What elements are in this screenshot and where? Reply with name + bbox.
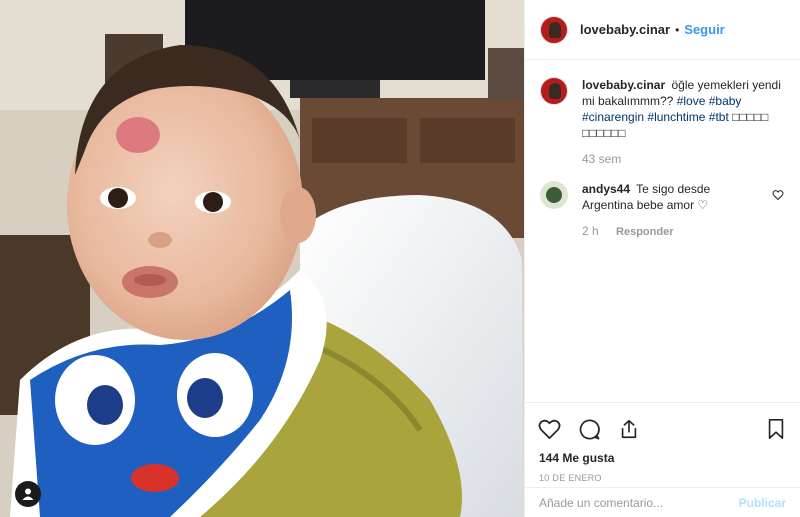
comment-item: andys44 Te sigo desde Argentina bebe amo… xyxy=(540,181,784,240)
comment-time[interactable]: 2 h xyxy=(582,224,599,238)
separator-dot: • xyxy=(675,22,680,37)
heart-icon xyxy=(772,190,784,201)
comment-bubble-icon xyxy=(579,419,600,439)
hashtag-cinarengin[interactable]: #cinarengin xyxy=(582,110,644,124)
tagged-user-button[interactable] xyxy=(15,481,41,507)
add-comment-bar: Publicar xyxy=(525,487,800,517)
hashtag-baby[interactable]: #baby xyxy=(709,94,742,108)
follow-button[interactable]: Seguir xyxy=(684,22,724,37)
post-actions-area: 144 Me gusta 10 DE ENERO xyxy=(525,402,800,483)
comments-list: lovebaby.cinar öğle yemekleri yendi mi b… xyxy=(525,61,800,401)
caption-username[interactable]: lovebaby.cinar xyxy=(582,78,665,92)
commenter-username[interactable]: andys44 xyxy=(582,182,630,196)
like-button[interactable] xyxy=(537,417,561,441)
caption-comment: lovebaby.cinar öğle yemekleri yendi mi b… xyxy=(540,77,784,167)
post-photo[interactable] xyxy=(0,0,524,517)
post-side-panel: lovebaby.cinar • Seguir lovebaby.cinar ö… xyxy=(524,0,800,517)
bookmark-icon xyxy=(768,419,784,439)
action-bar xyxy=(537,411,788,447)
hashtag-tbt[interactable]: #tbt xyxy=(709,110,729,124)
hashtag-love[interactable]: #love xyxy=(677,94,706,108)
share-button[interactable] xyxy=(617,417,641,441)
comment-meta: 2 h Responder xyxy=(582,223,756,240)
caption-time[interactable]: 43 sem xyxy=(582,152,621,166)
post-date[interactable]: 10 DE ENERO xyxy=(539,473,788,483)
comment-input[interactable] xyxy=(539,495,739,510)
baby-photo-illustration xyxy=(0,0,524,517)
author-avatar[interactable] xyxy=(540,15,568,44)
user-tag-icon xyxy=(22,488,34,500)
heart-icon xyxy=(538,419,560,439)
caption-meta: 43 sem xyxy=(582,151,784,167)
comment-button[interactable] xyxy=(577,417,601,441)
reply-button[interactable]: Responder xyxy=(616,226,673,238)
caption-avatar[interactable] xyxy=(540,77,568,105)
likes-count[interactable]: 144 Me gusta xyxy=(539,451,788,465)
publish-button[interactable]: Publicar xyxy=(739,496,786,510)
save-button[interactable] xyxy=(764,417,788,441)
hashtag-lunchtime[interactable]: #lunchtime xyxy=(647,110,705,124)
commenter-avatar[interactable] xyxy=(540,181,568,209)
post-header: lovebaby.cinar • Seguir xyxy=(525,0,800,60)
share-icon xyxy=(621,419,637,439)
author-username[interactable]: lovebaby.cinar xyxy=(580,22,670,37)
comment-like-button[interactable] xyxy=(772,189,784,204)
